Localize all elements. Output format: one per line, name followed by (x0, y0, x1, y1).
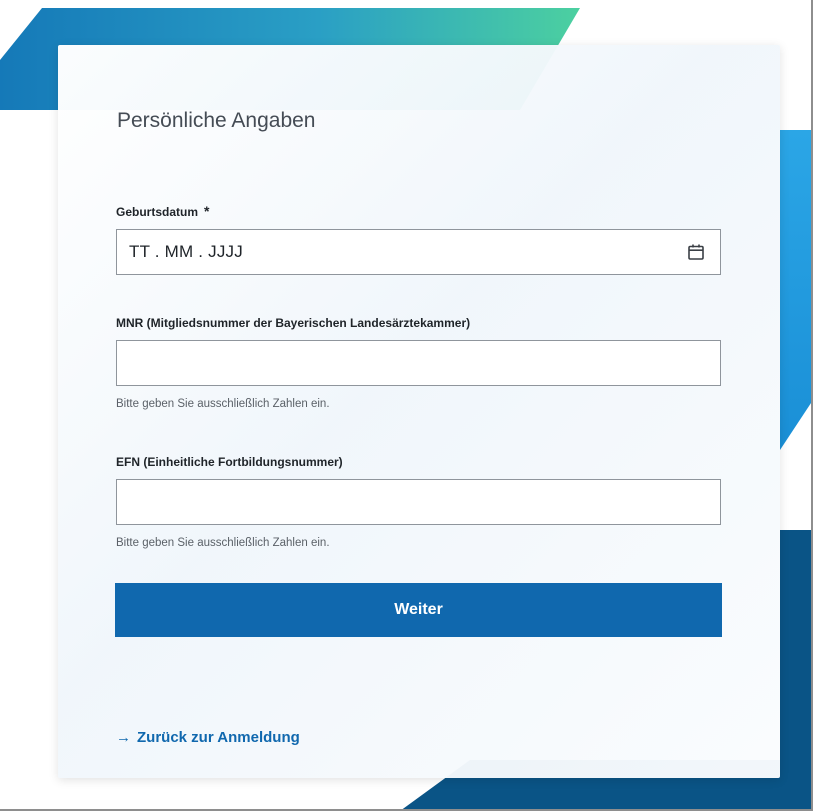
mnr-label: MNR (Mitgliedsnummer der Bayerischen Lan… (116, 316, 471, 330)
bg-shape-right-band (780, 130, 813, 450)
form-card: Persönliche Angaben Geburtsdatum * TT . M… (58, 45, 780, 778)
efn-hint: Bitte geben Sie ausschließlich Zahlen ei… (116, 537, 330, 549)
birthdate-input[interactable]: TT . MM . JJJJ (116, 229, 721, 275)
efn-label: EFN (Einheitliche Fortbildungsnummer) (116, 455, 343, 469)
back-to-login-link[interactable]: → Zurück zur Anmeldung (116, 729, 300, 746)
birthdate-label: Geburtsdatum * (116, 203, 209, 219)
mnr-input[interactable] (116, 340, 721, 386)
efn-input[interactable] (116, 479, 721, 525)
submit-button[interactable]: Weiter (115, 583, 722, 637)
required-asterisk: * (204, 203, 210, 219)
form-title: Persönliche Angaben (117, 109, 316, 132)
back-to-login-label: Zurück zur Anmeldung (137, 729, 300, 746)
mnr-hint: Bitte geben Sie ausschließlich Zahlen ei… (116, 398, 330, 410)
birthdate-placeholder: TT . MM . JJJJ (129, 242, 243, 261)
birthdate-label-text: Geburtsdatum (116, 205, 199, 219)
arrow-right-icon: → (116, 729, 131, 746)
calendar-icon[interactable] (686, 242, 706, 262)
